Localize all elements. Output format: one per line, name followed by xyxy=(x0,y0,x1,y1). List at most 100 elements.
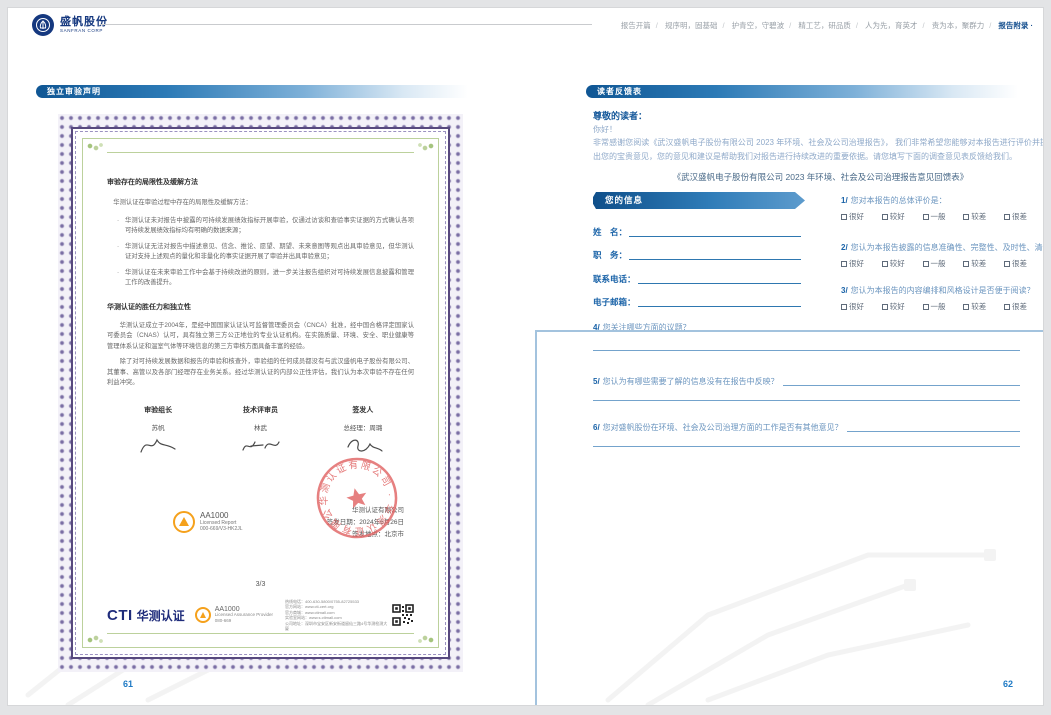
checkbox-icon xyxy=(1004,214,1010,220)
signature-name: 总经理：周璐 xyxy=(312,422,414,432)
aa1000-line: Licensed Assurance Provider xyxy=(215,612,273,618)
option-label: 较差 xyxy=(971,258,986,269)
rating-option: 较好 xyxy=(882,258,905,269)
green-corner-ornament xyxy=(418,633,434,643)
nav-separator: / xyxy=(722,21,724,30)
rating-option: 较好 xyxy=(882,211,905,222)
nav-item: 责为本，聚群力 xyxy=(932,21,985,30)
right-page-title: 读者反馈表 xyxy=(597,87,642,96)
cert-bullet-item: · 华测认证未对报告中披露的可持续发展绩效指标开展审验，仅通过访谈和查验事实证据… xyxy=(117,216,414,237)
handwritten-signature xyxy=(237,434,283,456)
left-page-title-ribbon: 独立审验声明 xyxy=(36,85,468,98)
option-label: 较差 xyxy=(971,211,986,222)
your-info-box: 您的信息 姓 名： 职 务： 联系电话： 电子邮箱： xyxy=(593,192,805,209)
job-title-field: 职 务： xyxy=(593,249,801,261)
nav-item: 报告开篇 xyxy=(621,21,651,30)
rating-option: 很差 xyxy=(1004,211,1027,222)
question-2: 2/您认为本报告披露的信息准确性、完整性、及时性、清晰性如何？ xyxy=(841,242,1044,253)
cti-logo-cn: 华测认证 xyxy=(137,607,185,624)
cert-section2-paragraph: 除了对可持续发展数据和报告的审验和核查外，审验组的任何成员都没有与武汉盛帆电子股… xyxy=(107,357,414,389)
rating-option: 很好 xyxy=(841,258,864,269)
certificate-page-marker: 3/3 xyxy=(107,581,414,588)
report-spread: 盛帆股份 SANFRAN CORP 报告开篇 / 规序明，固基础 / 护青空，守碧波… xyxy=(7,7,1044,706)
logo-sail-icon xyxy=(32,14,54,36)
question-label: 您对本报告的总体评价是： xyxy=(851,196,947,205)
nav-separator: / xyxy=(856,21,858,30)
cert-section2-heading: 华测认证的胜任力和独立性 xyxy=(107,302,414,312)
question-3: 3/您认为本报告的内容编排和风格设计是否便于阅读？ xyxy=(841,285,1035,296)
aa1000-line: 080-669 xyxy=(215,618,273,624)
signature-role: 审验组长 xyxy=(107,405,209,415)
field-underline xyxy=(629,249,801,260)
rating-option: 一般 xyxy=(923,211,946,222)
signature-role: 签发人 xyxy=(312,405,414,415)
company-logo: 盛帆股份 SANFRAN CORP xyxy=(32,14,108,36)
nav-active-dot: · xyxy=(1031,21,1034,30)
phone-field: 联系电话： xyxy=(593,273,801,285)
rating-option: 较好 xyxy=(882,301,905,312)
field-underline xyxy=(629,226,801,237)
cti-logo-text: CTI xyxy=(107,607,133,624)
logo-name-en: SANFRAN CORP xyxy=(60,28,108,34)
cert-section1-heading: 审验存在的局限性及缓解方法 xyxy=(107,177,414,187)
checkbox-icon xyxy=(923,304,929,310)
rating-options-row: 很好 较好 一般 较差 很差 xyxy=(841,211,1027,222)
decorative-frame-rect xyxy=(535,330,1044,706)
checkbox-icon xyxy=(882,304,888,310)
signature-block: 审验组长 苏帆 xyxy=(107,405,209,461)
bullet-dot-icon: · xyxy=(117,242,125,263)
checkbox-icon xyxy=(882,261,888,267)
checkbox-icon xyxy=(963,304,969,310)
signature-role: 技术评审员 xyxy=(209,405,311,415)
option-label: 很差 xyxy=(1012,211,1027,222)
left-page-number: 61 xyxy=(123,679,133,689)
bullet-text: 华测认证未对报告中披露的可持续发展绩效指标开展审验，仅通过访谈和查验事实证据的方… xyxy=(125,216,414,237)
option-label: 一般 xyxy=(931,211,946,222)
field-label: 联系电话： xyxy=(593,273,636,285)
rating-option: 较差 xyxy=(963,211,986,222)
aa1000-report-logo: AA1000 Licensed Report 000-669/V3-HK2JL xyxy=(173,511,243,533)
rating-option: 很差 xyxy=(1004,258,1027,269)
left-page-title: 独立审验声明 xyxy=(47,87,101,96)
feedback-form-title: 《武汉盛帆电子股份有限公司 2023 年环境、社会及公司治理报告意见回馈表》 xyxy=(593,171,1044,183)
checkbox-icon xyxy=(1004,261,1010,267)
cti-logo: CTI 华测认证 xyxy=(107,607,185,624)
green-corner-ornament xyxy=(418,143,434,153)
aa1000-title: AA1000 xyxy=(200,511,243,520)
certificate-footer: CTI 华测认证 AA1000 Licensed Assurance Provi… xyxy=(107,599,414,632)
cert-bullet-item: · 华测认证无法对报告中描述意见、信念、推论、愿望、期望、未来意图等观点出具审验… xyxy=(117,242,414,263)
aa1000-triangle-icon xyxy=(173,511,195,533)
page-header: 盛帆股份 SANFRAN CORP 报告开篇 / 规序明，固基础 / 护青空，守碧波… xyxy=(8,8,1043,58)
checkbox-icon xyxy=(882,214,888,220)
option-label: 较差 xyxy=(971,301,986,312)
rating-option: 很好 xyxy=(841,211,864,222)
checkbox-icon xyxy=(923,261,929,267)
rating-options-row: 很好 较好 一般 较差 很差 xyxy=(841,301,1027,312)
feedback-intro: 非常感谢您阅读《武汉盛帆电子股份有限公司 2023 年环境、社会及公司治理报告》… xyxy=(593,136,1044,164)
question-number: 3/ xyxy=(841,286,848,295)
aa1000-line: 000-669/V3-HK2JL xyxy=(200,526,243,533)
checkbox-icon xyxy=(963,261,969,267)
option-label: 很好 xyxy=(849,301,864,312)
green-corner-ornament xyxy=(87,633,103,643)
checkbox-icon xyxy=(1004,304,1010,310)
nav-separator: / xyxy=(656,21,658,30)
option-label: 很好 xyxy=(849,211,864,222)
email-field: 电子邮箱： xyxy=(593,296,801,308)
aa1000-provider-logo: AA1000 Licensed Assurance Provider 080-6… xyxy=(195,607,273,624)
header-rule xyxy=(100,24,592,25)
field-underline xyxy=(638,296,801,307)
rating-option: 一般 xyxy=(923,301,946,312)
field-label: 职 务： xyxy=(593,249,627,261)
checkbox-icon xyxy=(963,214,969,220)
nav-item: 规序明，固基础 xyxy=(665,21,718,30)
option-label: 很差 xyxy=(1012,301,1027,312)
name-field: 姓 名： xyxy=(593,226,801,238)
cert-section2-paragraph: 华测认证成立于2004年，是经中国国家认证认可监督管理委员会（CNCA）批准，经… xyxy=(107,321,414,353)
nav-item: 护青空，守碧波 xyxy=(732,21,785,30)
handwritten-signature xyxy=(135,434,181,456)
signature-name: 苏帆 xyxy=(107,422,209,432)
option-label: 较好 xyxy=(890,301,905,312)
green-corner-ornament xyxy=(87,143,103,153)
bullet-dot-icon: · xyxy=(117,216,125,237)
